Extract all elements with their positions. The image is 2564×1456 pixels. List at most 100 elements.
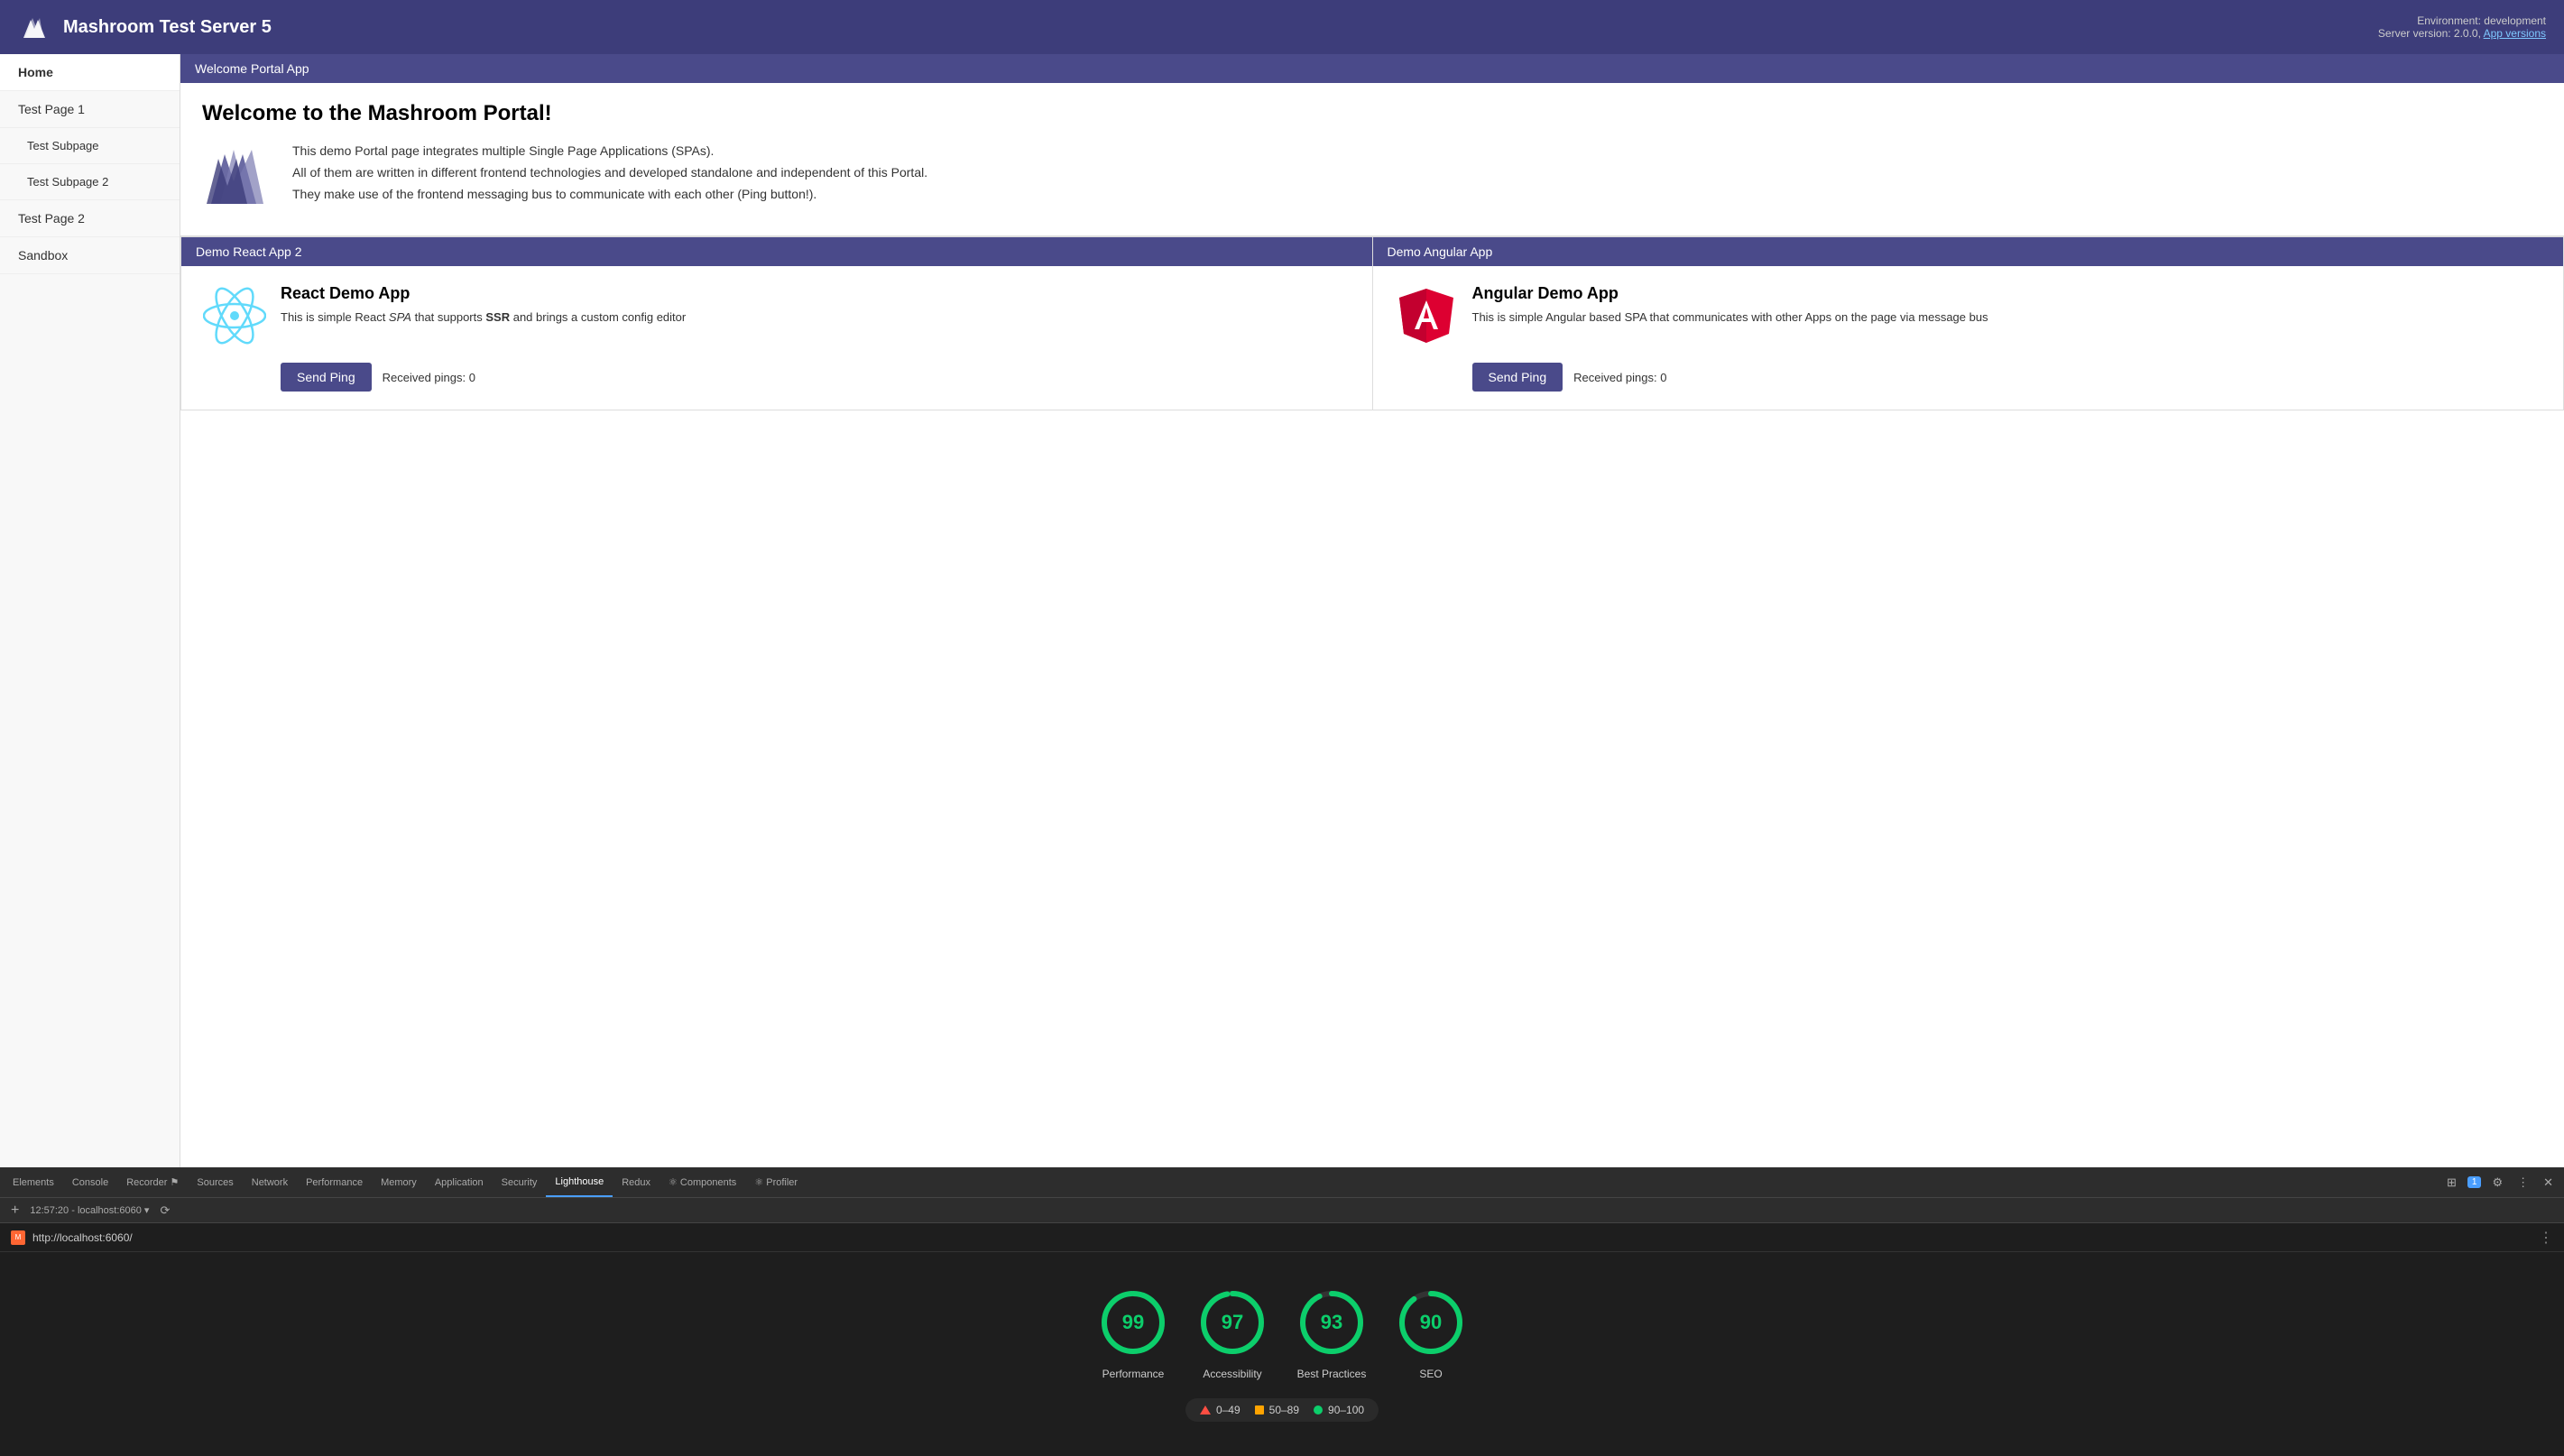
react-app-body: React Demo App This is simple React SPA … (181, 266, 1372, 410)
react-send-ping-button[interactable]: Send Ping (281, 363, 372, 392)
tab-application[interactable]: Application (426, 1167, 493, 1197)
angular-app-actions: Send Ping Received pings: 0 (1395, 363, 2542, 392)
legend-item-good: 90–100 (1314, 1404, 1364, 1416)
score-number-1: 97 (1222, 1311, 1243, 1334)
devtools-reload-icon[interactable]: ⟳ (156, 1202, 173, 1220)
score-label-0: Performance (1102, 1368, 1165, 1380)
devtools-badge: 1 (2467, 1176, 2482, 1188)
score-number-0: 99 (1122, 1311, 1144, 1334)
score-item-performance: 99 Performance (1097, 1286, 1169, 1380)
mashroom-logo-icon (18, 11, 51, 43)
score-circle-2: 93 (1296, 1286, 1368, 1359)
score-item-accessibility: 97 Accessibility (1196, 1286, 1268, 1380)
react-app-section-header: Demo React App 2 (181, 237, 1372, 266)
tab-profiler[interactable]: ⚛ Profiler (745, 1167, 807, 1197)
welcome-title: Welcome to the Mashroom Portal! (202, 101, 2542, 126)
devtools-toolbar: + 12:57:20 - localhost:6060 ▾ ⟳ (0, 1198, 2564, 1223)
devtools-url-bar: M http://localhost:6060/ ⋮ (0, 1223, 2564, 1252)
server-label: Server version: 2.0.0, App versions (2378, 27, 2546, 40)
welcome-content: This demo Portal page integrates multipl… (202, 141, 2542, 217)
score-label-3: SEO (1419, 1368, 1442, 1380)
react-icon (203, 284, 266, 352)
devtools-tab-actions: ⊞ 1 ⚙ ⋮ ✕ (2443, 1174, 2560, 1192)
legend-row: 0–49 50–89 90–100 (1185, 1398, 1379, 1422)
tab-memory[interactable]: Memory (372, 1167, 426, 1197)
legend-average-label: 50–89 (1269, 1404, 1299, 1416)
score-circle-0: 99 (1097, 1286, 1169, 1359)
devtools-new-tab-icon[interactable]: ⊞ (2443, 1174, 2460, 1192)
angular-app-info: Angular Demo App This is simple Angular … (1472, 284, 1988, 327)
sidebar-item-sandbox[interactable]: Sandbox (0, 237, 180, 274)
react-app-inner: React Demo App This is simple React SPA … (203, 284, 1351, 352)
tab-lighthouse[interactable]: Lighthouse (546, 1167, 613, 1197)
devtools-tab-bar: Elements Console Recorder ⚑ Sources Netw… (0, 1167, 2564, 1198)
app-title: Mashroom Test Server 5 (63, 17, 272, 38)
devtools-more-icon[interactable]: ⋮ (2513, 1174, 2532, 1192)
welcome-text: This demo Portal page integrates multipl… (292, 141, 927, 205)
tab-redux[interactable]: Redux (613, 1167, 659, 1197)
tab-components[interactable]: ⚛ Components (659, 1167, 745, 1197)
app-cards: Demo React App 2 (180, 236, 2564, 410)
angular-app-section-header: Demo Angular App (1373, 237, 2564, 266)
devtools-settings-icon[interactable]: ⚙ (2488, 1174, 2506, 1192)
welcome-section-header: Welcome Portal App (180, 54, 2564, 83)
sidebar: Home Test Page 1 Test Subpage Test Subpa… (0, 54, 180, 1167)
devtools-close-icon[interactable]: ✕ (2540, 1174, 2557, 1192)
score-circle-3: 90 (1395, 1286, 1467, 1359)
angular-app-desc: This is simple Angular based SPA that co… (1472, 309, 1988, 327)
score-item-best-practices: 93 Best Practices (1296, 1286, 1368, 1380)
angular-app-body: Angular Demo App This is simple Angular … (1373, 266, 2564, 410)
score-label-2: Best Practices (1297, 1368, 1367, 1380)
devtools-timestamp[interactable]: 12:57:20 - localhost:6060 ▾ (30, 1204, 149, 1216)
angular-app-inner: Angular Demo App This is simple Angular … (1395, 284, 2542, 352)
welcome-logo (202, 141, 274, 217)
angular-send-ping-button[interactable]: Send Ping (1472, 363, 1563, 392)
tab-network[interactable]: Network (243, 1167, 297, 1197)
tab-elements[interactable]: Elements (4, 1167, 63, 1197)
favicon-icon: M (11, 1230, 25, 1245)
tab-recorder[interactable]: Recorder ⚑ (117, 1167, 188, 1197)
tab-performance[interactable]: Performance (297, 1167, 372, 1197)
app-versions-link[interactable]: App versions (2484, 27, 2546, 40)
react-app-title: React Demo App (281, 284, 686, 303)
legend-item-average: 50–89 (1255, 1404, 1299, 1416)
legend-item-bad: 0–49 (1200, 1404, 1240, 1416)
legend-good-icon (1314, 1405, 1323, 1415)
legend-good-label: 90–100 (1328, 1404, 1364, 1416)
sidebar-item-test-page-1[interactable]: Test Page 1 (0, 91, 180, 128)
legend-bad-label: 0–49 (1216, 1404, 1240, 1416)
url-text: http://localhost:6060/ (32, 1231, 133, 1244)
lighthouse-content: 99 Performance 97 Accessibility 93 Best … (0, 1252, 2564, 1456)
tab-security[interactable]: Security (493, 1167, 547, 1197)
angular-icon (1395, 284, 1458, 352)
header-left: Mashroom Test Server 5 (18, 11, 272, 43)
legend-average-icon (1255, 1405, 1264, 1415)
react-app-card: Demo React App 2 (180, 236, 1373, 410)
welcome-section-body: Welcome to the Mashroom Portal! This dem… (180, 83, 2564, 236)
welcome-section: Welcome Portal App Welcome to the Mashro… (180, 54, 2564, 236)
devtools-panel: Elements Console Recorder ⚑ Sources Netw… (0, 1167, 2564, 1456)
score-circle-1: 97 (1196, 1286, 1268, 1359)
tab-sources[interactable]: Sources (188, 1167, 242, 1197)
angular-app-title: Angular Demo App (1472, 284, 1988, 303)
main-layout: Home Test Page 1 Test Subpage Test Subpa… (0, 54, 2564, 1167)
tab-console[interactable]: Console (63, 1167, 117, 1197)
score-number-2: 93 (1321, 1311, 1342, 1334)
react-app-desc: This is simple React SPA that supports S… (281, 309, 686, 327)
header-right: Environment: development Server version:… (2378, 14, 2546, 40)
react-app-actions: Send Ping Received pings: 0 (203, 363, 1351, 392)
react-app-info: React Demo App This is simple React SPA … (281, 284, 686, 327)
angular-pings-label: Received pings: 0 (1573, 371, 1666, 384)
score-item-seo: 90 SEO (1395, 1286, 1467, 1380)
sidebar-item-home[interactable]: Home (0, 54, 180, 91)
angular-app-card: Demo Angular App (1373, 236, 2564, 410)
devtools-add-icon[interactable]: + (7, 1201, 23, 1221)
content-area: Welcome Portal App Welcome to the Mashro… (180, 54, 2564, 1167)
react-pings-label: Received pings: 0 (383, 371, 475, 384)
url-more-icon[interactable]: ⋮ (2539, 1229, 2553, 1247)
sidebar-item-test-subpage[interactable]: Test Subpage (0, 128, 180, 164)
legend-bad-icon (1200, 1405, 1211, 1415)
env-label: Environment: development (2378, 14, 2546, 27)
sidebar-item-test-page-2[interactable]: Test Page 2 (0, 200, 180, 237)
sidebar-item-test-subpage-2[interactable]: Test Subpage 2 (0, 164, 180, 200)
